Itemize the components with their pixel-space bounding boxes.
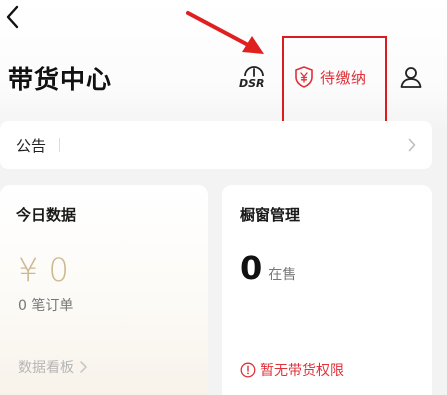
no-permission-notice[interactable]: 暂无带货权限 [240,360,344,380]
showcase-management-card[interactable]: 橱窗管理 0 在售 暂无带货权限 [222,185,432,395]
today-data-card[interactable]: 今日数据 ¥ 0 0 笔订单 数据看板 [0,185,208,395]
order-count: 0 笔订单 [18,298,74,314]
back-button[interactable] [2,4,24,30]
page-title: 带货中心 [8,65,113,94]
on-sale-label: 在售 [268,267,297,283]
gmv-value: ¥ 0 [18,251,69,289]
notice-divider [59,138,60,152]
user-icon [400,67,422,88]
chevron-right-icon [80,361,87,373]
notice-bar[interactable]: 公告 [0,121,432,169]
dsr-label: DSR [239,77,265,90]
data-dashboard-link[interactable]: 数据看板 [18,357,87,377]
dsr-button[interactable]: DSR [237,62,271,92]
user-button[interactable] [399,65,423,89]
on-sale-count: 0 在售 [240,249,296,287]
today-data-title: 今日数据 [16,206,77,224]
alert-circle-icon [240,362,256,378]
chevron-left-icon [6,5,19,29]
annotation-arrow-icon [186,11,264,54]
no-permission-label: 暂无带货权限 [260,363,344,379]
showcase-management-title: 橱窗管理 [240,206,301,224]
chevron-right-icon [408,138,416,152]
data-dashboard-label: 数据看板 [18,360,74,376]
on-sale-number: 0 [240,249,263,287]
gauge-icon [244,66,264,77]
notice-label: 公告 [16,137,47,155]
